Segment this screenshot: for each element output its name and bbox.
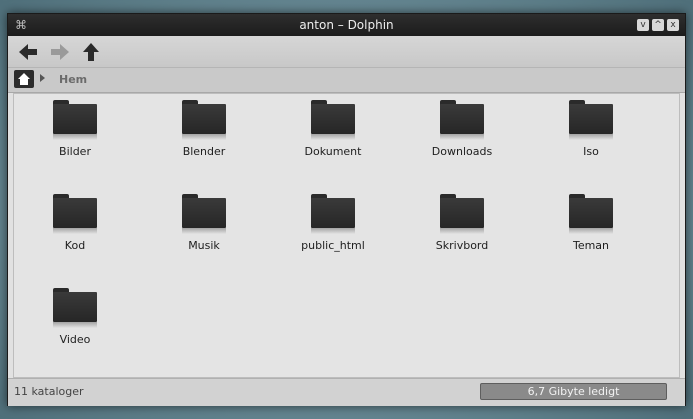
folder-item[interactable]: public_html	[277, 188, 387, 268]
home-icon	[18, 73, 30, 85]
window-controls: v ^ x	[637, 19, 679, 31]
folder-item[interactable]: Blender	[148, 94, 258, 174]
folder-item[interactable]: Kod	[19, 188, 129, 268]
folder-item[interactable]: Dokument	[277, 94, 387, 174]
folder-label: Blender	[182, 145, 226, 158]
folder-icon	[569, 194, 613, 234]
dolphin-window: ⌘ anton – Dolphin v ^ x Hem Bilder Blend…	[7, 13, 686, 406]
statusbar: 11 kataloger 6,7 Gibyte ledigt	[8, 378, 685, 406]
folder-label: Kod	[64, 239, 86, 252]
folder-item[interactable]: Video	[19, 282, 129, 362]
folder-label: Skrivbord	[435, 239, 489, 252]
folder-icon	[440, 194, 484, 234]
free-space-bar[interactable]: 6,7 Gibyte ledigt	[480, 383, 667, 400]
folder-icon	[53, 288, 97, 328]
folder-item[interactable]: Downloads	[406, 94, 516, 174]
folder-icon	[53, 194, 97, 234]
close-button[interactable]: x	[667, 19, 679, 31]
status-text: 11 kataloger	[14, 385, 84, 398]
free-space-label: 6,7 Gibyte ledigt	[527, 385, 620, 398]
folder-icon	[182, 194, 226, 234]
folder-item[interactable]: Iso	[535, 94, 645, 174]
folder-icon	[311, 194, 355, 234]
folder-label: Dokument	[304, 145, 362, 158]
breadcrumb-item-home[interactable]: Hem	[59, 73, 87, 86]
forward-button[interactable]	[50, 42, 70, 62]
folder-label: Musik	[188, 239, 220, 252]
maximize-button[interactable]: ^	[652, 19, 664, 31]
toolbar	[8, 36, 685, 68]
folder-icon	[569, 100, 613, 140]
folder-label: Bilder	[59, 145, 91, 158]
titlebar[interactable]: ⌘ anton – Dolphin v ^ x	[8, 14, 685, 36]
folder-item[interactable]: Skrivbord	[406, 188, 516, 268]
window-title: anton – Dolphin	[299, 18, 394, 32]
home-button[interactable]	[14, 70, 34, 88]
folder-label: Teman	[572, 239, 610, 252]
folder-label: public_html	[301, 239, 365, 252]
folder-item[interactable]: Bilder	[19, 94, 129, 174]
folder-item[interactable]: Musik	[148, 188, 258, 268]
up-button[interactable]	[81, 42, 101, 62]
minimize-button[interactable]: v	[637, 19, 649, 31]
folder-icon	[311, 100, 355, 140]
folder-icon	[182, 100, 226, 140]
breadcrumb: Hem	[8, 68, 685, 93]
window-menu-icon[interactable]: ⌘	[14, 18, 28, 32]
folder-label: Iso	[583, 145, 599, 158]
folder-icon	[440, 100, 484, 140]
breadcrumb-separator-icon[interactable]	[40, 74, 45, 82]
folder-label: Video	[59, 333, 91, 346]
file-view[interactable]: Bilder Blender Dokument Downloads Iso Ko…	[13, 93, 680, 378]
folder-item[interactable]: Teman	[535, 188, 645, 268]
folder-label: Downloads	[431, 145, 493, 158]
back-button[interactable]	[18, 42, 38, 62]
folder-icon	[53, 100, 97, 140]
